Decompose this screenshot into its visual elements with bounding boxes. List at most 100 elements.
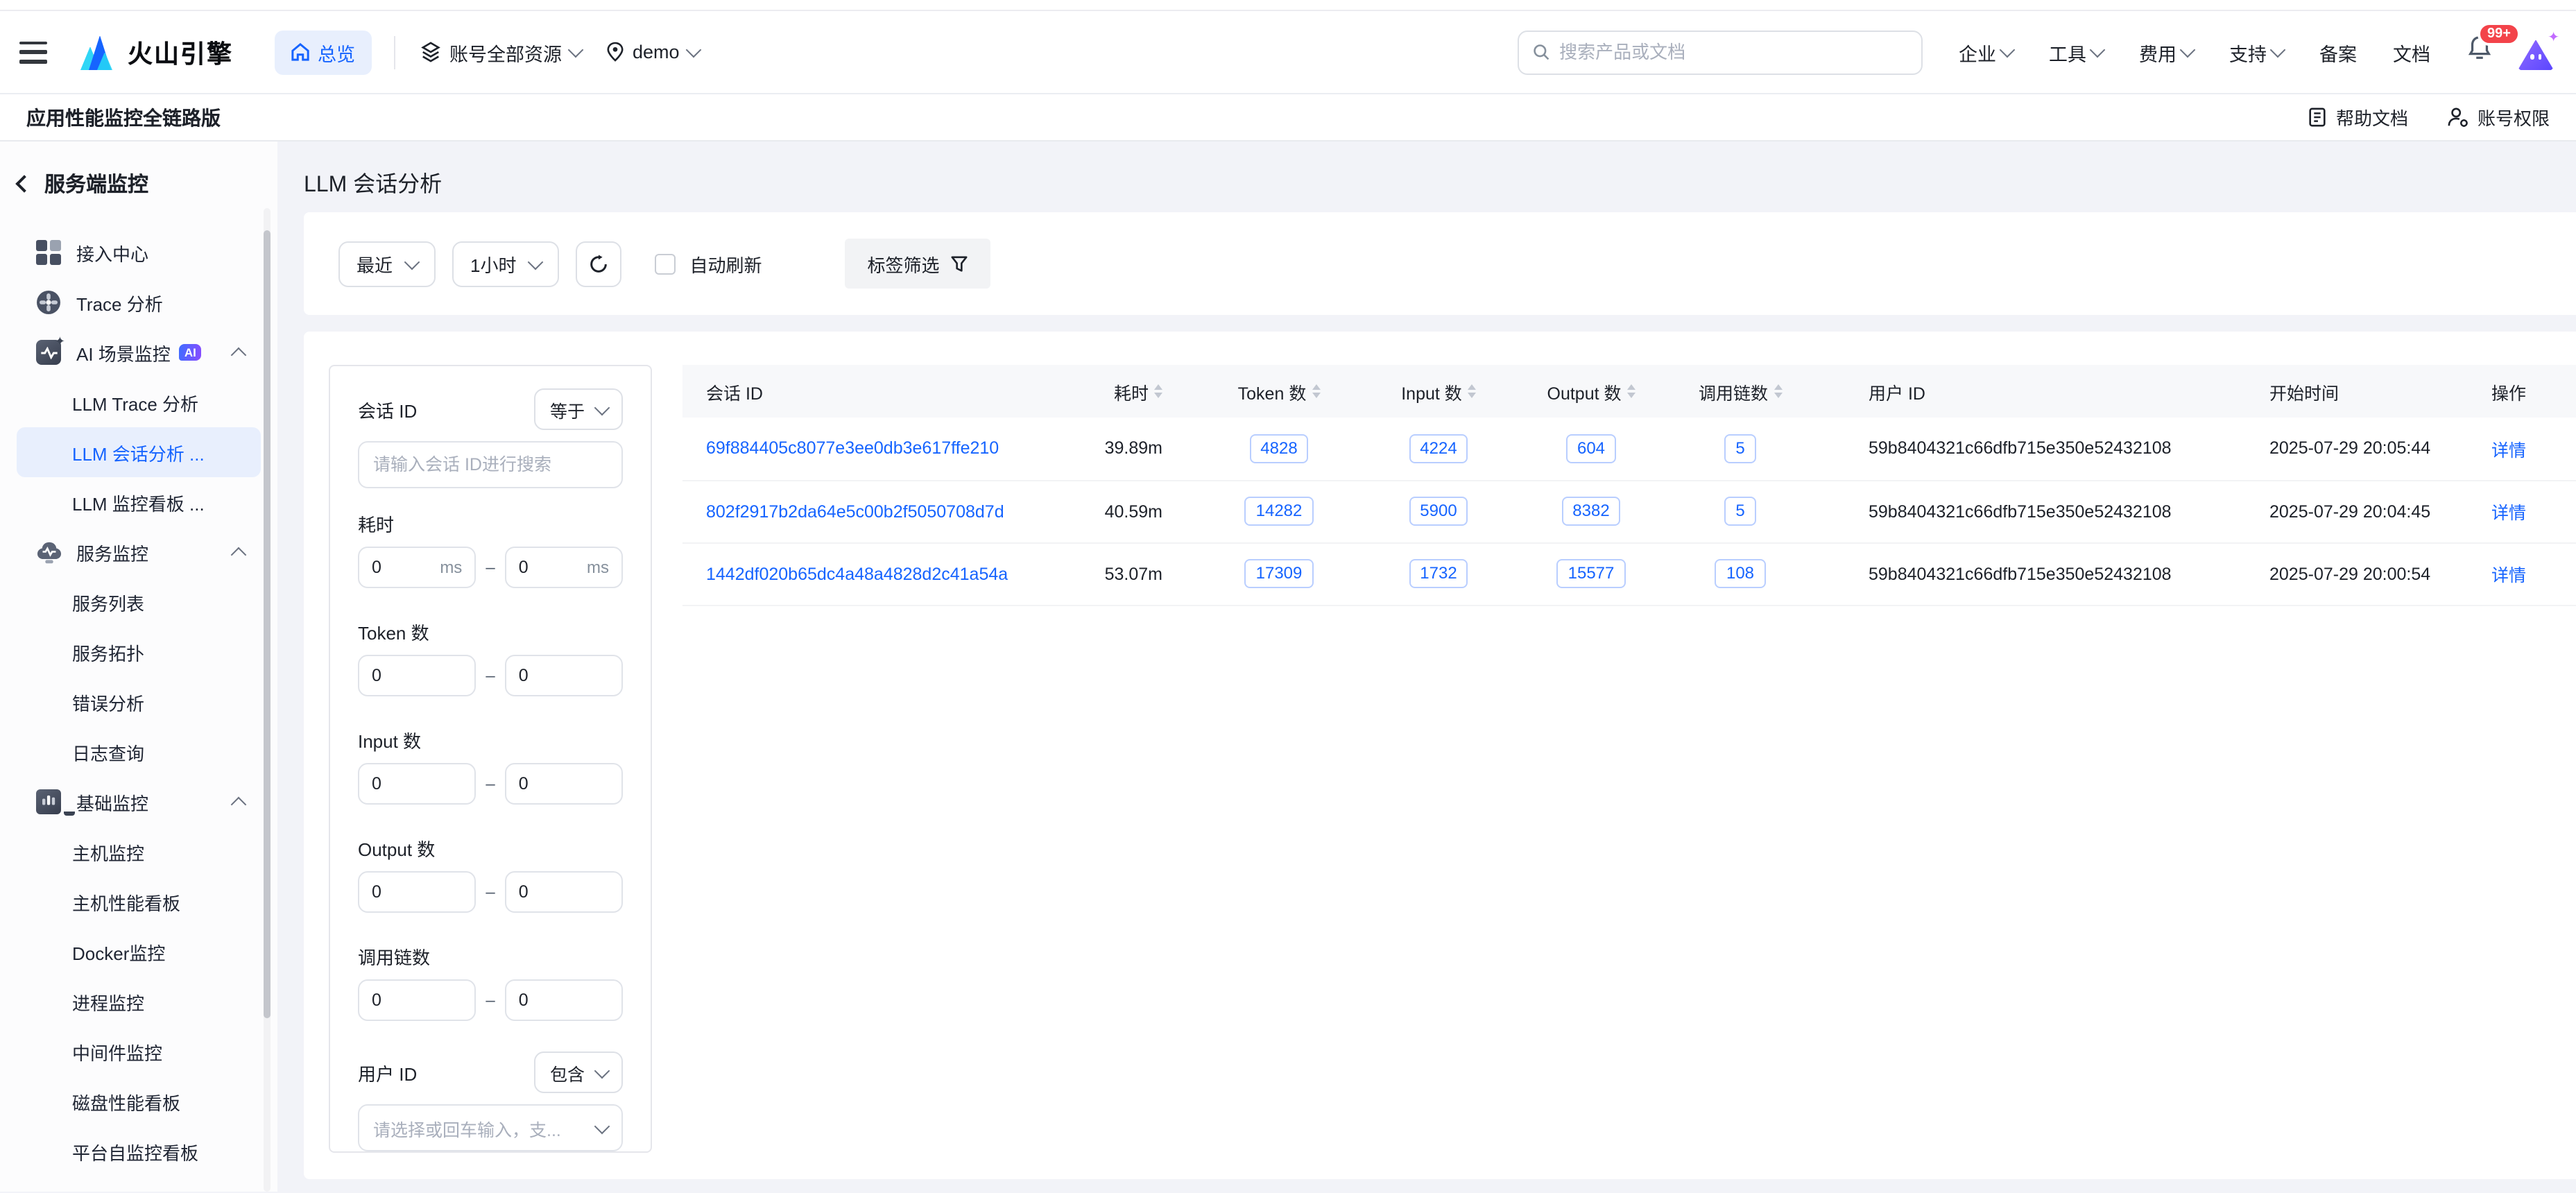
sidebar-item-llm-trace-分析[interactable]: LLM Trace 分析: [17, 377, 261, 427]
sidebar-item-服务列表[interactable]: 服务列表: [17, 577, 261, 627]
sidebar-item-llm-监控看板-...[interactable]: LLM 监控看板 ...: [17, 477, 261, 527]
range-min-input[interactable]: 0: [358, 763, 476, 805]
sidebar-item-ai-场景监控[interactable]: ✦AI 场景监控AI: [17, 327, 261, 377]
navbar-menu-备案[interactable]: 备案: [2319, 38, 2357, 66]
filter-field-1: 耗时0ms–0ms: [358, 510, 623, 588]
session-id-link[interactable]: 1442df020b65dc4a48a4828d2c41a54a: [706, 564, 1008, 583]
navbar-menu-文档[interactable]: 文档: [2393, 38, 2430, 66]
refresh-button[interactable]: [576, 241, 622, 286]
sidebar-scrollbar-thumb[interactable]: [264, 230, 271, 1018]
sidebar-item-接入中心[interactable]: 接入中心: [17, 228, 261, 277]
sort-icon[interactable]: [1312, 384, 1320, 398]
token-count-pill[interactable]: 17309: [1245, 559, 1314, 588]
session-table: 会话 ID耗时Token 数Input 数Output 数调用链数用户 ID开始…: [682, 365, 2576, 606]
detail-link[interactable]: 详情: [2491, 441, 2526, 461]
filter-label: Output 数: [358, 835, 623, 860]
navbar-menu-支持[interactable]: 支持: [2229, 38, 2283, 66]
account-permission-link[interactable]: 账号权限: [2447, 104, 2550, 130]
sidebar-item-label: Docker监控: [72, 938, 165, 965]
column-label: 用户 ID: [1869, 378, 1925, 404]
sidebar-nav: 接入中心Trace 分析✦AI 场景监控AILLM Trace 分析LLM 会话…: [0, 228, 277, 1176]
sidebar-item-label: 服务监控: [76, 539, 148, 565]
session-id-link[interactable]: 802f2917b2da64e5c00b2f5050708d7d: [706, 501, 1004, 521]
sidebar-header[interactable]: 服务端监控: [0, 166, 277, 200]
range-max-input[interactable]: 0: [505, 871, 623, 913]
sidebar-item-中间件监控[interactable]: 中间件监控: [17, 1027, 261, 1076]
column-header-3[interactable]: Input 数: [1362, 365, 1515, 418]
input-count-pill[interactable]: 4224: [1409, 434, 1468, 463]
time-range-dropdown[interactable]: 最近: [338, 241, 436, 286]
sort-icon[interactable]: [1468, 384, 1476, 398]
range-min-input[interactable]: 0: [358, 871, 476, 913]
sidebar-item-主机性能看板[interactable]: 主机性能看板: [17, 877, 261, 927]
overview-button[interactable]: 总览: [275, 30, 372, 74]
detail-link[interactable]: 详情: [2491, 504, 2526, 523]
sidebar-item-主机监控[interactable]: 主机监控: [17, 827, 261, 877]
column-header-5[interactable]: 调用链数: [1667, 365, 1813, 418]
sort-icon[interactable]: [1774, 384, 1782, 398]
column-header-4[interactable]: Output 数: [1515, 365, 1667, 418]
sidebar-item-llm-会话分析-...[interactable]: LLM 会话分析 ...: [17, 427, 261, 477]
sidebar-item-日志查询[interactable]: 日志查询: [17, 727, 261, 777]
sidebar-item-服务拓扑[interactable]: 服务拓扑: [17, 627, 261, 677]
sidebar-item-进程监控[interactable]: 进程监控: [17, 977, 261, 1027]
filter-select[interactable]: 请选择或回车输入，支...: [358, 1104, 623, 1151]
search-input[interactable]: [1559, 42, 1907, 62]
help-doc-link[interactable]: 帮助文档: [2307, 104, 2408, 130]
header-cell: 耗时: [1057, 378, 1196, 404]
chain-count-pill[interactable]: 5: [1724, 434, 1755, 463]
output-count-pill[interactable]: 15577: [1557, 559, 1626, 588]
range-min-input[interactable]: 0ms: [358, 547, 476, 588]
sidebar-item-平台自监控看板[interactable]: 平台自监控看板: [17, 1126, 261, 1176]
sidebar-item-服务监控[interactable]: 服务监控: [17, 527, 261, 577]
filter-panel: 会话 ID等于耗时0ms–0msToken 数0–0Input 数0–0Outp…: [329, 365, 652, 1153]
chevron-down-icon: [2270, 42, 2286, 58]
range-min-input[interactable]: 0: [358, 979, 476, 1021]
output-count-pill[interactable]: 604: [1566, 434, 1616, 463]
filter-operator-dropdown[interactable]: 包含: [534, 1052, 623, 1093]
filter-search-input[interactable]: [373, 455, 608, 474]
column-header-2[interactable]: Token 数: [1196, 365, 1362, 418]
notifications-button[interactable]: 99+: [2466, 35, 2493, 69]
sidebar-item-错误分析[interactable]: 错误分析: [17, 677, 261, 727]
navbar-menu-企业[interactable]: 企业: [1959, 38, 2013, 66]
brand-logo[interactable]: 火山引擎: [80, 34, 233, 70]
sort-icon[interactable]: [1627, 384, 1635, 398]
filter-operator-dropdown[interactable]: 等于: [534, 388, 623, 430]
global-search[interactable]: [1518, 30, 1923, 74]
token-count-pill[interactable]: 14282: [1245, 497, 1314, 526]
sidebar-item-docker监控[interactable]: Docker监控: [17, 927, 261, 977]
input-count-pill: 4224: [1362, 418, 1515, 480]
column-header-1[interactable]: 耗时: [1057, 365, 1196, 418]
region-dropdown[interactable]: demo: [606, 42, 699, 62]
tag-filter-button[interactable]: 标签筛选: [845, 239, 991, 289]
sidebar-item-磁盘性能看板[interactable]: 磁盘性能看板: [17, 1076, 261, 1126]
input-count-pill[interactable]: 1732: [1409, 559, 1468, 588]
range-max-input[interactable]: 0: [505, 979, 623, 1021]
sort-icon[interactable]: [1154, 384, 1162, 398]
ai-assistant-avatar[interactable]: ✦: [2515, 34, 2557, 70]
session-id-link[interactable]: 69f884405c8077e3ee0db3e617ffe210: [706, 439, 999, 458]
sidebar-item-trace-分析[interactable]: Trace 分析: [17, 277, 261, 327]
navbar-menu-工具[interactable]: 工具: [2049, 38, 2103, 66]
duration-dropdown[interactable]: 1小时: [452, 241, 559, 286]
token-count-pill: 17309: [1196, 542, 1362, 605]
detail-link[interactable]: 详情: [2491, 566, 2526, 585]
range-max-input[interactable]: 0ms: [505, 547, 623, 588]
range-min-input[interactable]: 0: [358, 655, 476, 696]
output-count-pill[interactable]: 8382: [1561, 497, 1620, 526]
hamburger-menu-icon[interactable]: [19, 41, 47, 63]
range-max-input[interactable]: 0: [505, 763, 623, 805]
content-card: 会话 ID等于耗时0ms–0msToken 数0–0Input 数0–0Outp…: [304, 332, 2576, 1179]
sidebar-item-label: 服务列表: [72, 589, 144, 615]
account-resources-dropdown[interactable]: 账号全部资源: [420, 38, 581, 66]
token-count-pill[interactable]: 4828: [1249, 434, 1308, 463]
sidebar-item-基础监控[interactable]: 基础监控: [17, 777, 261, 827]
range-max-input[interactable]: 0: [505, 655, 623, 696]
auto-refresh-checkbox[interactable]: [655, 253, 676, 274]
chain-count-pill[interactable]: 108: [1715, 559, 1765, 588]
output-count-pill: 604: [1515, 418, 1667, 480]
navbar-menu-费用[interactable]: 费用: [2139, 38, 2193, 66]
input-count-pill[interactable]: 5900: [1409, 497, 1468, 526]
chain-count-pill[interactable]: 5: [1724, 497, 1755, 526]
